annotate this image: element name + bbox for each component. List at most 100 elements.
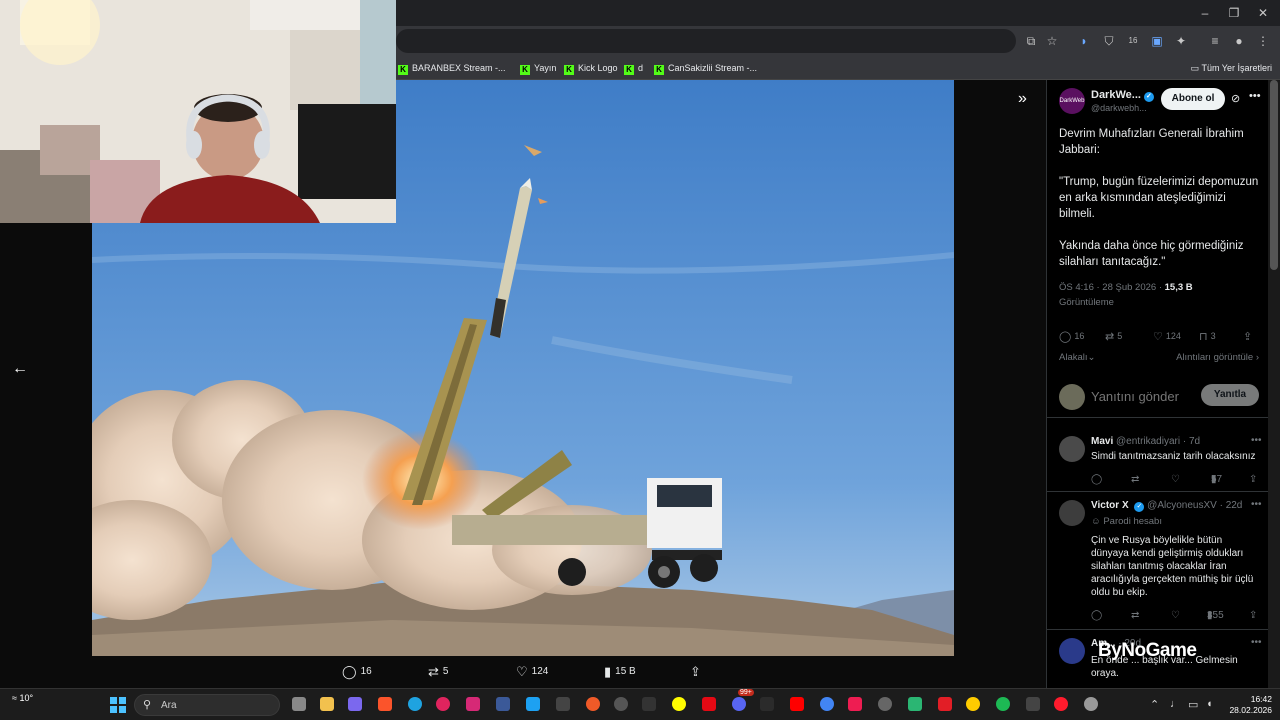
bookmark-label: BARANBEX Stream -... <box>412 63 506 73</box>
expand-sidebar-icon[interactable]: » <box>1018 90 1027 108</box>
spotify-icon[interactable] <box>996 697 1010 711</box>
media-control-icon[interactable]: ≡ <box>1206 32 1224 50</box>
author-handle[interactable]: @darkwebh... <box>1091 103 1147 113</box>
restore-button[interactable]: ❐ <box>1219 4 1249 22</box>
subscribe-button[interactable]: Abone ol <box>1161 88 1225 110</box>
youtube-icon[interactable] <box>790 697 804 711</box>
address-bar[interactable] <box>396 29 1016 53</box>
heart-icon[interactable]: ♡ <box>1171 610 1180 621</box>
reply-author-name[interactable]: Victor X <box>1091 500 1129 511</box>
settings-gear-icon[interactable] <box>1084 697 1098 711</box>
more-options-icon[interactable]: ••• <box>1249 90 1261 102</box>
app-icon[interactable] <box>938 697 952 711</box>
share-icon[interactable]: ⇪ <box>1249 610 1257 621</box>
share-action[interactable]: ⇪ <box>690 664 705 680</box>
like-action[interactable]: ♡ 124 <box>516 664 548 680</box>
start-button[interactable] <box>110 697 126 713</box>
bookmark-item[interactable]: K CanSakizlii Stream -... <box>654 60 757 76</box>
more-options-icon[interactable]: ••• <box>1251 499 1262 510</box>
all-bookmarks-button[interactable]: ▭ Tüm Yer İşaretleri <box>1191 60 1272 76</box>
app-icon[interactable] <box>496 697 510 711</box>
repost-icon[interactable]: ⇄ <box>1131 474 1139 485</box>
yandex-icon[interactable] <box>966 697 980 711</box>
reply-item[interactable]: Victor X ✓ @AlcyoneusXV · 22d ••• ☺ Paro… <box>1047 494 1268 630</box>
close-window-button[interactable]: ✕ <box>1248 4 1278 22</box>
share-stat[interactable]: ⇪ <box>1243 330 1255 343</box>
bookmark-stat[interactable]: ⊓ 3 <box>1199 330 1216 343</box>
more-options-icon[interactable]: ••• <box>1251 637 1262 648</box>
app-icon[interactable] <box>908 697 922 711</box>
sort-dropdown[interactable]: Alakalı⌄ <box>1059 352 1095 363</box>
more-options-icon[interactable]: ••• <box>1251 435 1262 446</box>
back-arrow-icon[interactable]: ← <box>12 360 28 378</box>
discord-icon[interactable] <box>732 697 746 711</box>
profile-avatar-icon[interactable]: ● <box>1230 32 1248 50</box>
speedometer-icon[interactable] <box>614 697 628 711</box>
translate-icon[interactable]: ◗ <box>1075 32 1093 50</box>
bookmark-item[interactable]: K BARANBEX Stream -... <box>398 60 506 76</box>
twitter-icon[interactable] <box>526 697 540 711</box>
taskbar-clock[interactable]: 16:42 28.02.2026 <box>1226 694 1272 716</box>
snipping-tool-icon[interactable] <box>556 697 570 711</box>
microphone-icon[interactable]: ♩ <box>1170 698 1181 710</box>
share-icon[interactable]: ⇪ <box>1249 474 1257 485</box>
author-avatar[interactable]: DarkWeb <box>1059 88 1085 114</box>
puzzle-icon[interactable]: ✦ <box>1172 32 1190 50</box>
reply-input[interactable] <box>1091 386 1191 406</box>
chevron-up-icon[interactable]: ⌃ <box>1150 698 1159 711</box>
sidebar-scrollbar[interactable] <box>1268 80 1280 688</box>
taskbar-search[interactable]: ⚲ Ara <box>134 694 280 716</box>
media-player-icon[interactable] <box>436 697 450 711</box>
minimize-button[interactable]: – <box>1190 4 1220 22</box>
opera-icon[interactable] <box>1054 697 1068 711</box>
extension-icon[interactable]: ▣ <box>1148 32 1166 50</box>
views-action[interactable]: ▮ 15 B <box>604 664 636 680</box>
reply-button[interactable]: Yanıtla <box>1201 384 1259 406</box>
reply-avatar[interactable] <box>1059 638 1085 664</box>
chrome-icon[interactable] <box>820 697 834 711</box>
repost-stat[interactable]: ⇄ 5 <box>1105 330 1122 343</box>
task-view-icon[interactable] <box>292 697 306 711</box>
tweet-timestamp[interactable]: ÖS 4:16 · 28 Şub 2026 · <box>1059 282 1162 293</box>
menu-dots-icon[interactable]: ⋮ <box>1254 32 1272 50</box>
reply-stat[interactable]: ◯ 16 <box>1059 330 1084 343</box>
bookmark-item[interactable]: K Yayın <box>520 60 556 76</box>
brave-icon[interactable] <box>378 697 392 711</box>
reply-icon[interactable]: ◯ <box>1091 610 1102 621</box>
cast-icon[interactable]: ⧉ <box>1022 32 1040 50</box>
bookmark-item[interactable]: K Kick Logo <box>564 60 618 76</box>
bookmark-item[interactable]: Kd <box>624 60 643 76</box>
reply-avatar[interactable] <box>1059 436 1085 462</box>
file-explorer-icon[interactable] <box>320 697 334 711</box>
edge-icon[interactable] <box>408 697 422 711</box>
snapchat-icon[interactable] <box>672 697 686 711</box>
reply-icon[interactable]: ◯ <box>1091 474 1102 485</box>
repost-action[interactable]: ⇄ 5 <box>428 664 448 680</box>
grok-icon[interactable]: ⊘ <box>1231 92 1240 105</box>
steam-icon[interactable] <box>760 697 774 711</box>
copilot-icon[interactable] <box>348 697 362 711</box>
app-icon[interactable] <box>878 697 892 711</box>
extension-badge-icon[interactable]: 16 <box>1124 32 1142 50</box>
instagram-icon[interactable] <box>466 697 480 711</box>
shield-extension-icon[interactable]: ⛉ <box>1100 32 1118 50</box>
app-icon[interactable] <box>586 697 600 711</box>
reply-item[interactable]: Mavi @entrikadiyari · 7d ••• Simdi tanıt… <box>1047 430 1268 492</box>
epic-games-icon[interactable] <box>642 697 656 711</box>
reply-action[interactable]: ◯ 16 <box>342 664 372 680</box>
author-name[interactable]: DarkWe... ✓ <box>1091 89 1154 102</box>
scrollbar-thumb[interactable] <box>1270 80 1278 270</box>
netflix-icon[interactable] <box>702 697 716 711</box>
reply-avatar[interactable] <box>1059 500 1085 526</box>
view-quotes-link[interactable]: Alıntıları görüntüle › <box>1176 352 1259 363</box>
bookmark-star-icon[interactable]: ☆ <box>1043 32 1061 50</box>
volume-icon[interactable]: ◖ <box>1206 698 1213 710</box>
network-icon[interactable]: ▭ <box>1188 698 1198 711</box>
like-stat[interactable]: ♡ 124 <box>1153 330 1181 343</box>
heart-icon[interactable]: ♡ <box>1171 474 1180 485</box>
reply-author-name[interactable]: Mavi <box>1091 436 1113 447</box>
tiktok-icon[interactable] <box>848 697 862 711</box>
repost-icon[interactable]: ⇄ <box>1131 610 1139 621</box>
weather-widget[interactable]: ≈ 10° <box>12 693 33 703</box>
app-icon[interactable] <box>1026 697 1040 711</box>
